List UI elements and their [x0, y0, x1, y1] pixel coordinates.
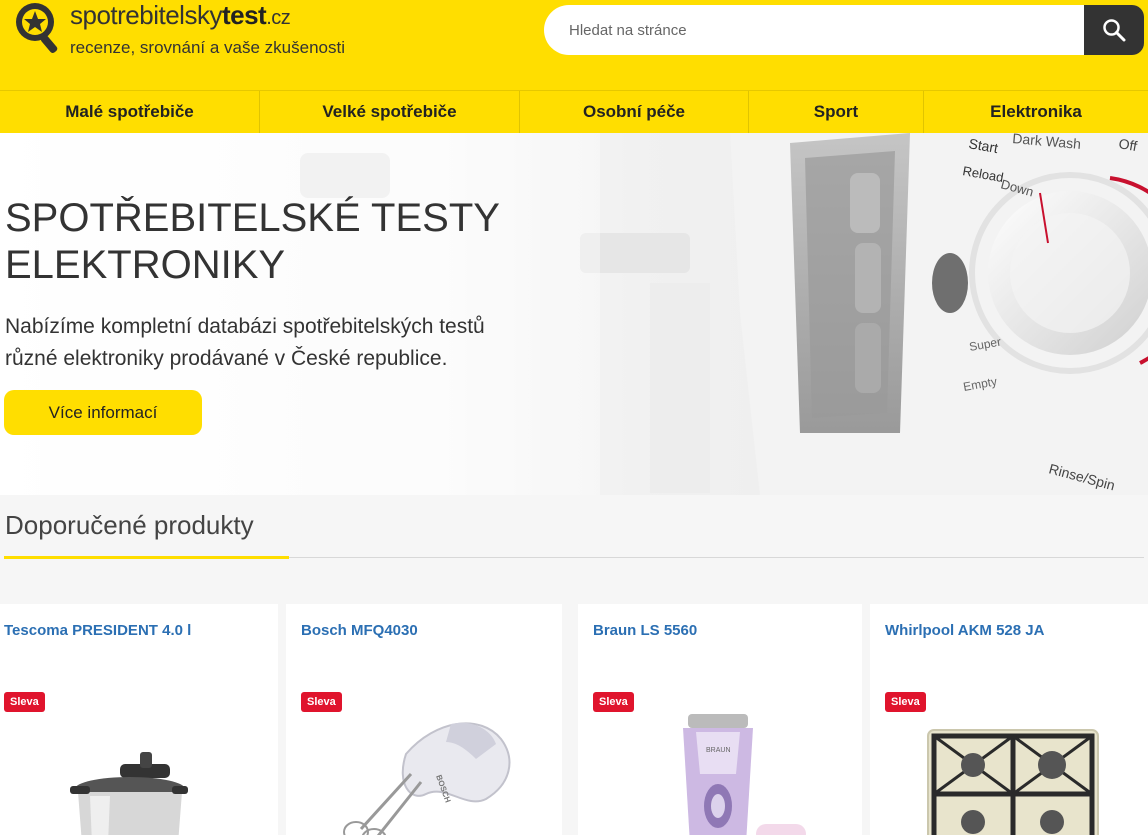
gas-hob-image — [927, 729, 1099, 835]
section-title: Doporučené produkty — [5, 510, 254, 540]
logo-tagline: recenze, srovnání a vaše zkušenosti — [70, 38, 345, 57]
product-title[interactable]: Bosch MFQ4030 — [301, 622, 418, 639]
hero-text-line-1: Nabízíme kompletní databázi spotřebitels… — [5, 315, 485, 338]
search-icon — [1103, 19, 1126, 42]
nav-item-male-spotrebice[interactable]: Malé spotřebiče — [0, 91, 260, 133]
nav-item-osobni-pece[interactable]: Osobní péče — [520, 91, 749, 133]
panel-label-off: Off — [1117, 135, 1138, 154]
site-logo[interactable]: spotrebitelskytest.cz recenze, srovnání … — [10, 0, 410, 70]
product-card[interactable]: Tescoma PRESIDENT 4.0 l Sleva — [0, 604, 278, 835]
lady-shaver-image: BRAUN — [683, 714, 806, 835]
sale-badge: Sleva — [885, 692, 926, 712]
sale-badge: Sleva — [593, 692, 634, 712]
sale-badge: Sleva — [301, 692, 342, 712]
search-box — [544, 5, 1144, 55]
hero-banner: Start Reload Dark Wash Down Off Super Em… — [0, 133, 1148, 495]
product-title[interactable]: Tescoma PRESIDENT 4.0 l — [4, 622, 191, 639]
logo-wordmark: spotrebitelskytest.cz — [70, 0, 291, 33]
sale-badge: Sleva — [4, 692, 45, 712]
brand-label: BRAUN — [706, 747, 731, 754]
more-info-button[interactable]: Více informací — [4, 390, 202, 435]
hero-title-line-2: ELEKTRONIKY — [5, 243, 286, 287]
nav-item-velke-spotrebice[interactable]: Velké spotřebiče — [260, 91, 520, 133]
hero-description: Nabízíme kompletní databázi spotřebitels… — [5, 311, 535, 375]
hand-mixer-image: BOSCH — [343, 722, 511, 835]
product-card[interactable]: Bosch MFQ4030 Sleva BOSCH — [286, 604, 562, 835]
product-card[interactable]: Braun LS 5560 Sleva BRAUN — [578, 604, 862, 835]
section-accent-line — [4, 556, 289, 559]
site-header: spotrebitelskytest.cz recenze, srovnání … — [0, 0, 1148, 90]
pressure-cooker-image — [70, 752, 188, 835]
product-title[interactable]: Braun LS 5560 — [593, 622, 697, 639]
product-title[interactable]: Whirlpool AKM 528 JA — [885, 622, 1044, 639]
logo-light: spotrebitelsky — [70, 0, 222, 30]
search-button[interactable] — [1084, 5, 1144, 55]
logo-bold: test — [221, 0, 267, 30]
main-nav: Malé spotřebiče Velké spotřebiče Osobní … — [0, 90, 1148, 133]
nav-item-sport[interactable]: Sport — [749, 91, 924, 133]
product-card[interactable]: Whirlpool AKM 528 JA Sleva — [870, 604, 1148, 835]
magnifier-star-logo-icon — [16, 3, 58, 54]
hero-title-line-1: SPOTŘEBITELSKÉ TESTY — [5, 196, 500, 240]
hero-title: SPOTŘEBITELSKÉ TESTY ELEKTRONIKY — [5, 195, 565, 289]
hero-text-line-2: různé elektroniky prodávané v České repu… — [5, 347, 448, 370]
logo-tld: .cz — [266, 7, 291, 29]
nav-item-elektronika[interactable]: Elektronika — [924, 91, 1148, 133]
search-input[interactable] — [544, 5, 1084, 55]
